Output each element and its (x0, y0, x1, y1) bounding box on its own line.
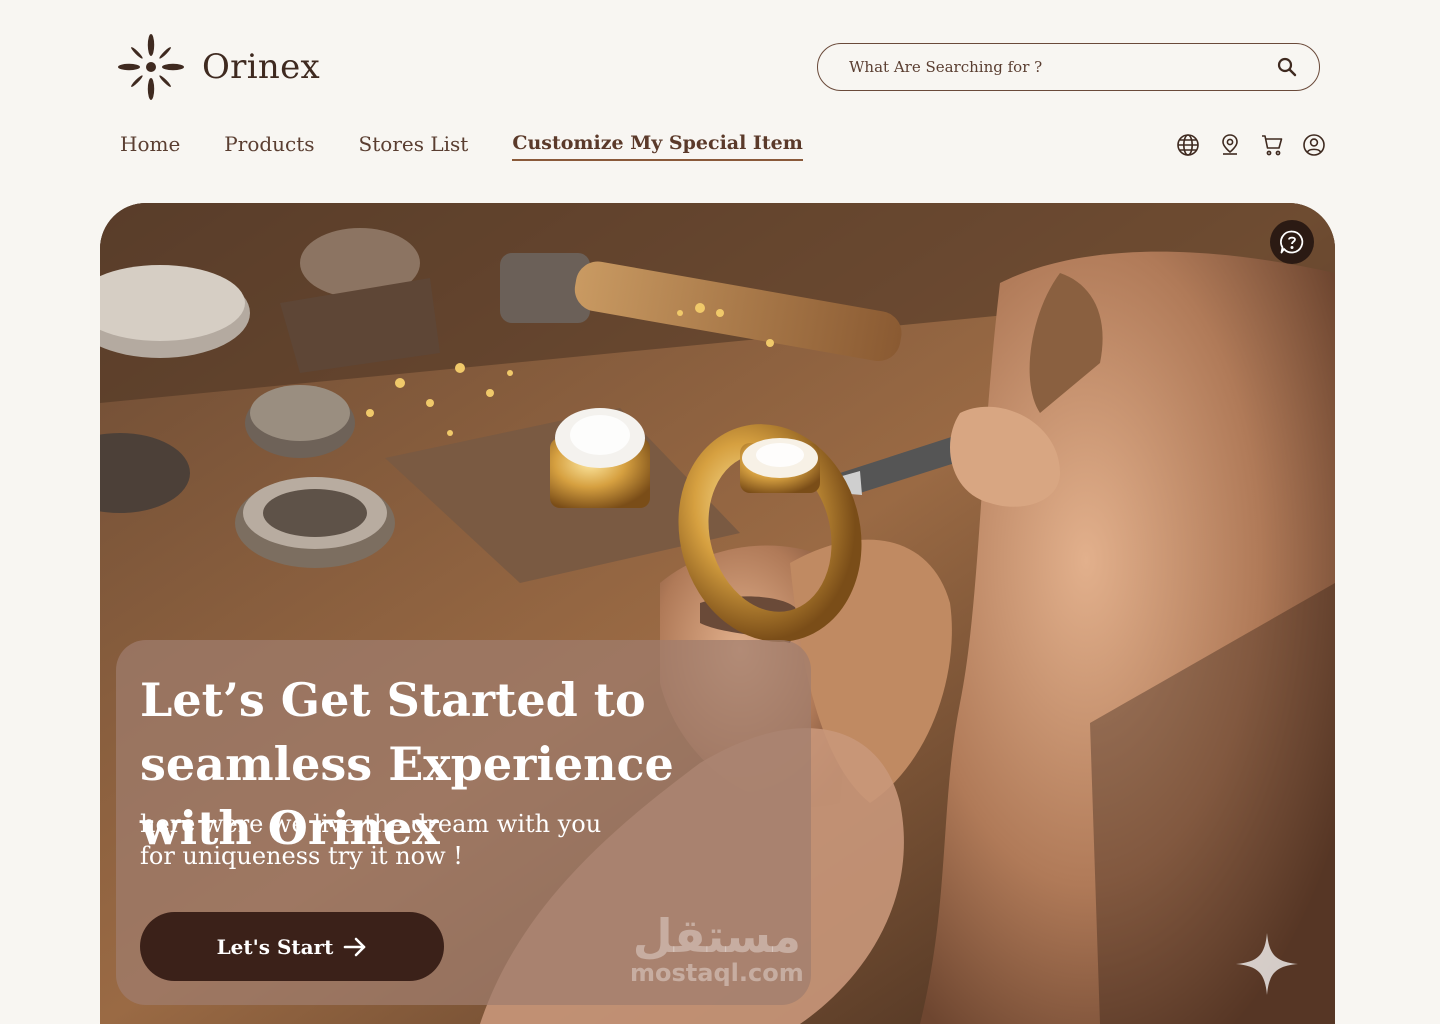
brand-name: Orinex (202, 47, 320, 87)
starburst-logo-icon (118, 34, 184, 100)
brand-logo[interactable]: Orinex (118, 34, 320, 100)
lets-start-label: Let's Start (216, 934, 334, 959)
nav-item-products[interactable]: Products (224, 132, 314, 161)
search-icon[interactable] (1275, 55, 1299, 79)
nav-item-home[interactable]: Home (120, 132, 180, 161)
hero-subtitle: here were we live the dream with you for… (140, 808, 660, 872)
arrow-right-icon (344, 937, 366, 956)
site-header: Orinex Home Products Stores List Customi… (0, 0, 1440, 190)
hero-subtitle-line-2: for uniqueness try it now ! (140, 842, 463, 870)
header-actions (1175, 132, 1327, 158)
main-nav: Home Products Stores List Customize My S… (120, 132, 803, 161)
watermark: مستقل mostaql.com (630, 913, 804, 985)
nav-item-stores-list[interactable]: Stores List (359, 132, 469, 161)
lets-start-button[interactable]: Let's Start (140, 912, 444, 981)
watermark-arabic: مستقل (632, 909, 801, 963)
user-icon[interactable] (1301, 132, 1327, 158)
cart-icon[interactable] (1259, 132, 1285, 158)
search-bar (817, 43, 1320, 91)
nav-item-customize[interactable]: Customize My Special Item (512, 132, 803, 161)
search-input[interactable] (849, 58, 1275, 76)
sparkle-icon (1236, 933, 1298, 995)
help-question-icon[interactable] (1270, 220, 1314, 264)
hero-subtitle-line-1: here were we live the dream with you (140, 810, 602, 838)
hero-banner: Let’s Get Started to seamless Experience… (100, 203, 1335, 1024)
location-pin-icon[interactable] (1217, 132, 1243, 158)
globe-icon[interactable] (1175, 132, 1201, 158)
watermark-latin: mostaql.com (630, 959, 804, 987)
